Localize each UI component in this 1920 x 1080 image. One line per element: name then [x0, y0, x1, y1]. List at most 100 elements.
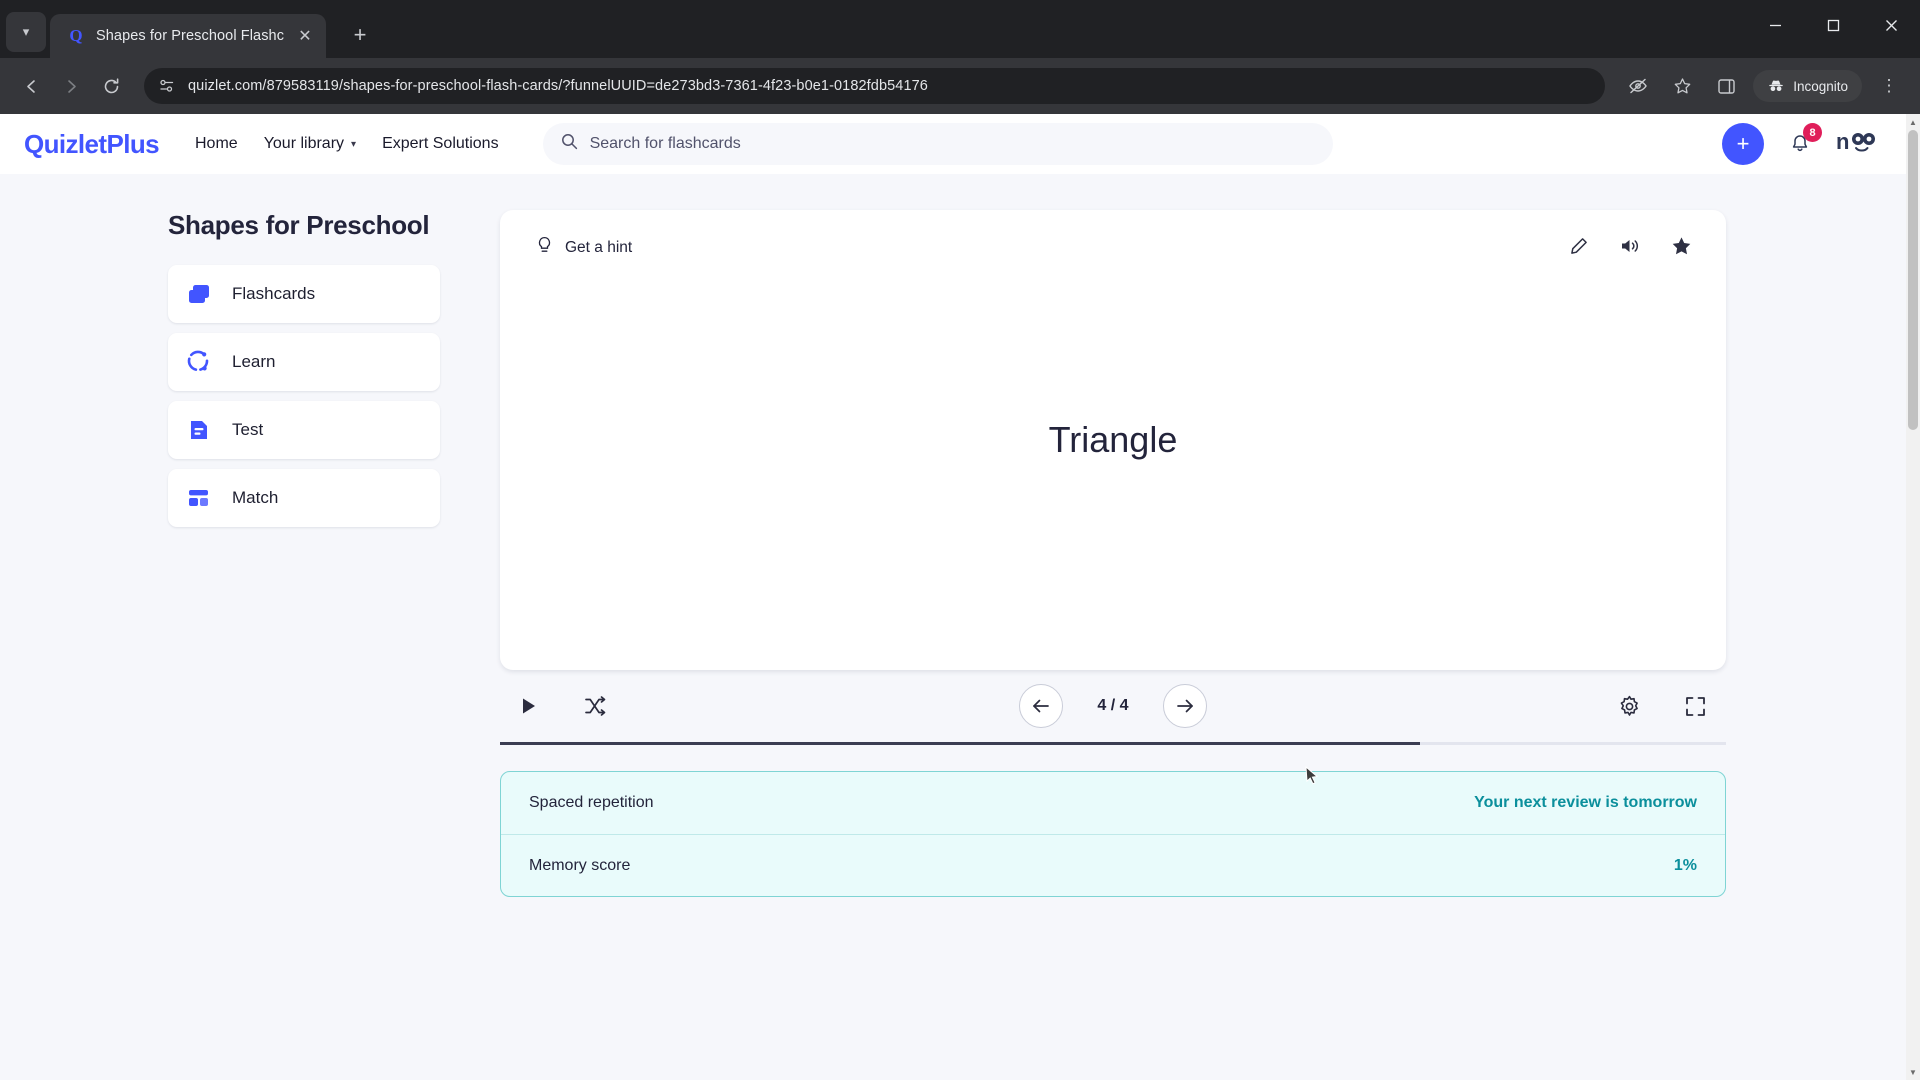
header-actions: + 8 n — [1722, 123, 1882, 165]
nav-item-expert-solutions[interactable]: Expert Solutions — [382, 135, 499, 153]
card-counter: 4 / 4 — [1097, 697, 1129, 714]
tab-strip: ▾ Q Shapes for Preschool Flashcard ✕ + — [0, 0, 1920, 58]
browser-toolbar: quizlet.com/879583119/shapes-for-prescho… — [0, 58, 1920, 114]
tab-close-icon[interactable]: ✕ — [294, 26, 316, 46]
match-tiles-icon — [184, 483, 214, 513]
get-hint-button[interactable]: Get a hint — [536, 236, 632, 260]
audio-speaker-icon[interactable] — [1619, 236, 1641, 256]
memory-score-label: Memory score — [529, 856, 631, 874]
chevron-down-icon: ▾ — [351, 138, 357, 150]
sidebar-item-test[interactable]: Test — [168, 401, 440, 459]
new-tab-button[interactable]: + — [342, 17, 378, 53]
card-navigation: 4 / 4 — [1019, 684, 1207, 728]
forward-arrow-icon — [54, 69, 88, 103]
nav-item-your-library-label: Your library — [263, 135, 345, 152]
avatar[interactable]: n — [1836, 125, 1882, 164]
main-nav: Home Your library ▾ Expert Solutions — [195, 135, 499, 153]
notifications-button[interactable]: 8 — [1784, 123, 1822, 160]
shuffle-icon[interactable] — [584, 695, 606, 717]
nav-item-your-library[interactable]: Your library ▾ — [264, 135, 356, 153]
sidebar-item-flashcards-label: Flashcards — [232, 284, 316, 303]
scrollbar-thumb[interactable] — [1908, 130, 1918, 430]
logo-plus-text: Plus — [106, 128, 159, 159]
star-icon[interactable] — [1671, 236, 1692, 256]
browser-window: ▾ Q Shapes for Preschool Flashcard ✕ + — [0, 0, 1920, 1080]
nav-item-home[interactable]: Home — [195, 135, 238, 153]
window-minimize-button[interactable] — [1746, 0, 1804, 50]
address-bar[interactable]: quizlet.com/879583119/shapes-for-prescho… — [144, 68, 1606, 104]
nav-item-expert-solutions-label: Expert Solutions — [382, 135, 499, 152]
site-settings-icon[interactable] — [158, 77, 176, 95]
test-document-icon — [184, 415, 214, 445]
fullscreen-icon[interactable] — [1685, 696, 1706, 717]
browser-menu-icon[interactable]: ⋮ — [1872, 69, 1906, 103]
play-icon[interactable] — [520, 696, 538, 716]
controls-left — [520, 695, 606, 717]
reload-icon[interactable] — [94, 69, 128, 103]
logo-quizlet-text: Quizlet — [24, 128, 107, 159]
incognito-icon — [1769, 80, 1783, 92]
side-panel-icon[interactable] — [1709, 69, 1743, 103]
flashcard-tools — [1569, 236, 1692, 256]
next-review-value[interactable]: Your next review is tomorrow — [1474, 794, 1697, 812]
page-viewport: QuizletPlus Home Your library ▾ Expert S… — [0, 114, 1920, 1080]
edit-pencil-icon[interactable] — [1569, 236, 1589, 256]
search-icon — [561, 133, 578, 155]
study-main-column: Get a hint Triangle 4 / 4 Spaced repetit… — [500, 210, 1906, 897]
page-title: Shapes for Preschool — [168, 210, 430, 240]
spaced-repetition-label: Spaced repetition — [529, 794, 654, 811]
lightbulb-icon — [536, 236, 553, 260]
sidebar-item-learn[interactable]: Learn — [168, 333, 440, 391]
back-arrow-icon[interactable] — [14, 69, 48, 103]
progress-bar — [500, 742, 1726, 745]
tab-search-chevron-icon[interactable]: ▾ — [6, 12, 46, 52]
scroll-up-arrow-icon[interactable]: ▲ — [1906, 114, 1920, 130]
sidebar-item-match[interactable]: Match — [168, 469, 440, 527]
window-maximize-button[interactable] — [1804, 0, 1862, 50]
quizlet-favicon-icon: Q — [69, 26, 83, 45]
search-placeholder: Search for flashcards — [589, 135, 741, 152]
sidebar-item-test-label: Test — [232, 420, 264, 439]
mode-list: Flashcards Learn Test Match — [168, 265, 440, 527]
previous-card-button[interactable] — [1019, 684, 1063, 728]
cards-icon — [184, 279, 214, 309]
memory-score-row: Memory score 1% — [501, 834, 1725, 896]
flashcard-term: Triangle — [1048, 419, 1178, 460]
tab-title: Shapes for Preschool Flashcard — [96, 28, 284, 44]
page-content: QuizletPlus Home Your library ▾ Expert S… — [0, 114, 1906, 1080]
progress-bar-fill — [500, 742, 1420, 745]
spaced-repetition-row: Spaced repetition Your next review is to… — [501, 772, 1725, 834]
spaced-repetition-panel: Spaced repetition Your next review is to… — [500, 771, 1726, 897]
learn-circle-icon — [184, 347, 214, 377]
controls-right — [1618, 695, 1706, 718]
flashcard-controls: 4 / 4 — [500, 670, 1726, 742]
window-controls — [1746, 0, 1920, 50]
scroll-down-arrow-icon[interactable]: ▼ — [1906, 1064, 1920, 1080]
incognito-indicator[interactable]: Incognito — [1753, 70, 1862, 102]
sidebar-item-match-label: Match — [232, 488, 279, 507]
toolbar-right-actions: Incognito ⋮ — [1621, 69, 1906, 103]
avatar-illustration-icon: n — [1836, 129, 1875, 154]
study-modes-sidebar: Shapes for Preschool Flashcards Learn Te… — [0, 210, 500, 897]
nav-item-home-label: Home — [195, 135, 238, 152]
url-text: quizlet.com/879583119/shapes-for-prescho… — [188, 78, 928, 94]
memory-score-value: 1% — [1673, 856, 1697, 874]
page-body: Shapes for Preschool Flashcards Learn Te… — [0, 174, 1906, 897]
window-close-button[interactable] — [1862, 0, 1920, 50]
incognito-label: Incognito — [1793, 78, 1848, 94]
browser-tab[interactable]: Q Shapes for Preschool Flashcard ✕ — [50, 14, 326, 58]
next-card-button[interactable] — [1163, 684, 1207, 728]
sidebar-item-learn-label: Learn — [232, 352, 276, 371]
search-input[interactable]: Search for flashcards — [542, 123, 1333, 165]
quizlet-header: QuizletPlus Home Your library ▾ Expert S… — [0, 114, 1906, 174]
sidebar-item-flashcards[interactable]: Flashcards — [168, 265, 440, 323]
bookmark-star-icon[interactable] — [1665, 69, 1699, 103]
tracking-protection-icon[interactable] — [1621, 69, 1655, 103]
create-button[interactable]: + — [1722, 123, 1764, 165]
quizlet-logo[interactable]: QuizletPlus — [24, 128, 160, 160]
gear-icon[interactable] — [1618, 695, 1641, 718]
page-scrollbar[interactable]: ▲ ▼ — [1906, 114, 1920, 1080]
flashcard[interactable]: Get a hint Triangle — [500, 210, 1726, 670]
get-hint-label: Get a hint — [565, 239, 633, 256]
svg-text:n: n — [1836, 129, 1849, 154]
